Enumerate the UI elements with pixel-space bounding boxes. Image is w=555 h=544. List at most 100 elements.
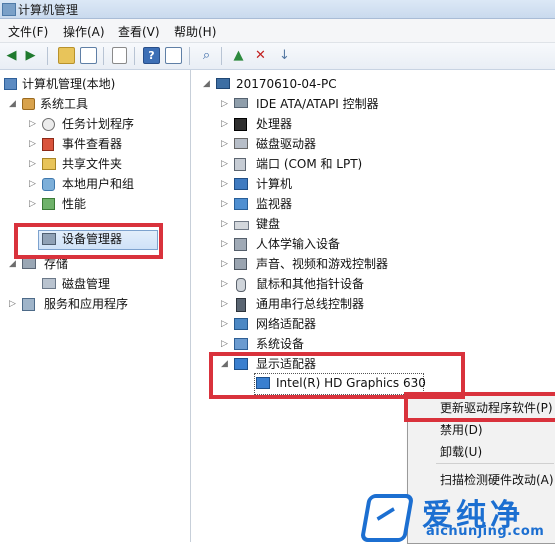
tree-item-event-viewer[interactable]: ▷ 事件查看器	[28, 135, 184, 153]
computer-management-icon	[4, 78, 17, 90]
menu-action[interactable]: 操作(A)	[63, 23, 105, 40]
usb-icon	[236, 298, 246, 312]
device-category-ide[interactable]: ▷ IDE ATA/ATAPI 控制器	[220, 95, 460, 113]
device-category-computer[interactable]: ▷ 计算机	[220, 175, 460, 193]
disable-icon[interactable]: ↓	[276, 47, 293, 64]
tree-item-local-users[interactable]: ▷ 本地用户和组	[28, 175, 184, 193]
tree-label: 计算机	[256, 177, 293, 191]
collapsed-arrow-icon[interactable]: ▷	[220, 255, 229, 273]
tree-label: 计算机管理(本地)	[22, 77, 116, 91]
disk-drive-icon	[234, 138, 248, 149]
collapsed-arrow-icon[interactable]: ▷	[220, 115, 229, 133]
toolbar-separator	[47, 47, 48, 65]
collapsed-arrow-icon[interactable]: ▷	[28, 135, 37, 153]
up-folder-icon[interactable]	[58, 47, 75, 64]
back-arrow-icon[interactable]: ◀	[3, 47, 20, 64]
menu-scan-hardware[interactable]: 扫描检测硬件改动(A)	[440, 471, 554, 488]
collapsed-arrow-icon[interactable]: ▷	[28, 175, 37, 193]
tree-label: 声音、视频和游戏控制器	[256, 257, 389, 271]
device-category-mice[interactable]: ▷ 鼠标和其他指针设备	[220, 275, 460, 293]
collapsed-arrow-icon[interactable]: ▷	[220, 335, 229, 353]
update-driver-icon[interactable]: ▲	[230, 47, 247, 64]
collapsed-arrow-icon[interactable]: ▷	[220, 155, 229, 173]
help-icon[interactable]: ?	[143, 47, 160, 64]
device-category-system[interactable]: ▷ 系统设备	[220, 335, 460, 353]
shared-folder-icon	[42, 158, 56, 170]
tree-item-storage[interactable]: ◢ 存储	[8, 255, 184, 273]
menu-update-driver[interactable]: 更新驱动程序软件(P)	[440, 399, 553, 416]
tree-label: 系统工具	[40, 97, 89, 111]
tree-item-task-scheduler[interactable]: ▷ 任务计划程序	[28, 115, 184, 133]
tree-item-shared-folders[interactable]: ▷ 共享文件夹	[28, 155, 184, 173]
tools-icon	[22, 98, 35, 110]
collapsed-arrow-icon[interactable]: ▷	[220, 175, 229, 193]
speaker-icon	[234, 258, 247, 270]
tree-label: 端口 (COM 和 LPT)	[256, 157, 363, 171]
device-category-processor[interactable]: ▷ 处理器	[220, 115, 460, 133]
collapsed-arrow-icon[interactable]: ▷	[220, 135, 229, 153]
menu-help[interactable]: 帮助(H)	[174, 23, 216, 40]
tree-item-device-manager[interactable]: 设备管理器	[42, 230, 162, 248]
collapsed-arrow-icon[interactable]: ▷	[28, 155, 37, 173]
collapsed-arrow-icon[interactable]: ▷	[220, 295, 229, 313]
tree-item-system-tools[interactable]: ◢ 系统工具	[8, 95, 184, 113]
expanded-arrow-icon[interactable]: ◢	[8, 255, 17, 273]
device-category-sound[interactable]: ▷ 声音、视频和游戏控制器	[220, 255, 480, 273]
tree-label: 人体学输入设备	[256, 237, 341, 251]
expanded-arrow-icon[interactable]: ◢	[220, 355, 229, 373]
menu-uninstall[interactable]: 卸载(U)	[440, 443, 482, 460]
collapsed-arrow-icon[interactable]: ▷	[220, 315, 229, 333]
menu-view[interactable]: 查看(V)	[118, 23, 160, 40]
collapsed-arrow-icon[interactable]: ▷	[220, 235, 229, 253]
device-category-monitors[interactable]: ▷ 监视器	[220, 195, 460, 213]
properties-icon[interactable]	[112, 47, 127, 64]
mouse-icon	[236, 278, 246, 292]
device-category-display[interactable]: ◢ 显示适配器	[220, 355, 460, 373]
tree-item-performance[interactable]: ▷ 性能	[28, 195, 184, 213]
tree-item-disk-management[interactable]: 磁盘管理	[42, 275, 182, 293]
forward-arrow-icon[interactable]: ▶	[22, 47, 39, 64]
collapsed-arrow-icon[interactable]: ▷	[220, 215, 229, 233]
watermark-site: aichunjing.com	[426, 524, 545, 539]
device-category-keyboards[interactable]: ▷ 键盘	[220, 215, 460, 233]
collapsed-arrow-icon[interactable]: ▷	[8, 295, 17, 313]
users-icon	[42, 178, 55, 191]
show-hide-tree-icon[interactable]	[80, 47, 97, 64]
expanded-arrow-icon[interactable]: ◢	[202, 75, 211, 93]
tree-label: 本地用户和组	[62, 177, 135, 191]
device-category-disk-drives[interactable]: ▷ 磁盘驱动器	[220, 135, 460, 153]
device-category-ports[interactable]: ▷ 端口 (COM 和 LPT)	[220, 155, 460, 173]
menu-file[interactable]: 文件(F)	[8, 23, 48, 40]
network-adapter-icon	[234, 318, 248, 330]
tree-label: 磁盘驱动器	[256, 137, 317, 151]
collapsed-arrow-icon[interactable]: ▷	[220, 275, 229, 293]
device-category-usb[interactable]: ▷ 通用串行总线控制器	[220, 295, 460, 313]
collapsed-arrow-icon[interactable]: ▷	[28, 115, 37, 133]
action-pane-icon[interactable]	[165, 47, 182, 64]
device-category-network[interactable]: ▷ 网络适配器	[220, 315, 460, 333]
tree-item-services-apps[interactable]: ▷ 服务和应用程序	[8, 295, 184, 313]
collapsed-arrow-icon[interactable]: ▷	[220, 195, 229, 213]
menu-disable[interactable]: 禁用(D)	[440, 421, 483, 438]
collapsed-arrow-icon[interactable]: ▷	[28, 195, 37, 213]
hid-icon	[234, 238, 247, 251]
watermark: 爱纯净 aichunjing.com	[359, 488, 555, 542]
computer-management-icon	[2, 3, 16, 16]
expanded-arrow-icon[interactable]: ◢	[8, 95, 17, 113]
device-item-intel-gpu[interactable]: Intel(R) HD Graphics 630	[256, 374, 426, 392]
collapsed-arrow-icon[interactable]: ▷	[220, 95, 229, 113]
device-tree-root[interactable]: ◢ 20170610-04-PC	[202, 75, 402, 93]
monitor-icon	[234, 198, 248, 210]
services-icon	[22, 298, 35, 311]
tree-label: 系统设备	[256, 337, 305, 351]
title-bar: 计算机管理	[0, 0, 555, 19]
scan-hardware-icon[interactable]: ⌕	[198, 47, 215, 64]
tree-label: 监视器	[256, 197, 293, 211]
storage-icon	[22, 258, 36, 269]
uninstall-icon[interactable]: ✕	[252, 47, 269, 64]
tree-root-computer-management[interactable]: 计算机管理(本地)	[4, 75, 184, 93]
device-category-hid[interactable]: ▷ 人体学输入设备	[220, 235, 460, 253]
device-manager-icon	[42, 233, 56, 245]
tree-label: 服务和应用程序	[44, 297, 129, 311]
tree-label: Intel(R) HD Graphics 630	[276, 376, 426, 390]
